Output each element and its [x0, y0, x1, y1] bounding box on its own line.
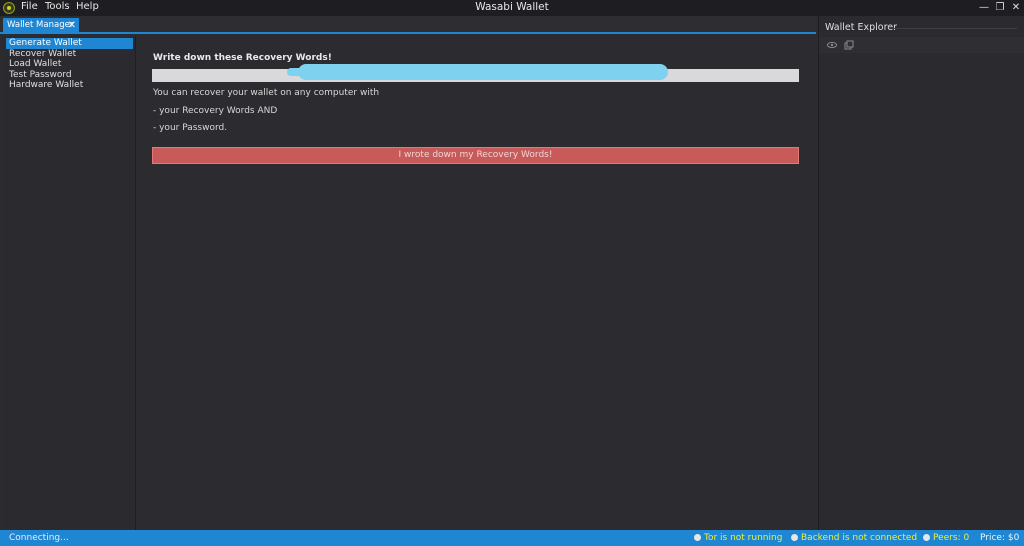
redaction-scribble-tail — [287, 68, 327, 76]
wallet-manager-sidebar: Generate Wallet Recover Wallet Load Wall… — [3, 36, 136, 530]
recovery-words-heading: Write down these Recovery Words! — [153, 53, 332, 63]
window-title: Wasabi Wallet — [475, 1, 549, 13]
tab-wallet-manager[interactable]: Wallet Manager ✕ — [3, 18, 79, 33]
tor-status-text: Tor is not running — [704, 533, 783, 543]
tab-label: Wallet Manager — [7, 20, 74, 30]
backend-status-text: Backend is not connected — [801, 533, 918, 543]
peers-status-text: Peers: 0 — [933, 533, 970, 543]
sidebar-item-generate-wallet[interactable]: Generate Wallet — [6, 38, 133, 49]
sidebar-item-hardware-wallet[interactable]: Hardware Wallet — [6, 80, 133, 91]
recovery-info-text: You can recover your wallet on any compu… — [153, 88, 380, 98]
recovery-words-field[interactable] — [152, 64, 799, 82]
status-bar: Connecting... Tor is not running Backend… — [0, 530, 1024, 546]
close-icon[interactable]: ✕ — [68, 18, 76, 33]
backend-icon — [791, 534, 798, 541]
wallet-explorer-panel: Wallet Explorer — [818, 16, 1024, 530]
collapse-all-icon[interactable] — [844, 40, 854, 50]
recovery-info-words: - your Recovery Words AND — [153, 106, 278, 116]
backend-status: Backend is not connected — [791, 530, 917, 546]
price-status: Price: $0 — [980, 533, 1020, 543]
close-window-button[interactable]: ✕ — [1009, 1, 1023, 15]
title-bar: File Tools Help Wasabi Wallet — ❐ ✕ — [0, 0, 1024, 16]
redaction-scribble — [298, 64, 668, 80]
document-tab-bar: Wallet Manager ✕ — [0, 16, 816, 34]
peers-status: Peers: 0 — [923, 530, 969, 546]
connection-status: Connecting... — [9, 533, 69, 543]
recovery-info-password: - your Password. — [153, 123, 228, 133]
minimize-button[interactable]: — — [977, 1, 991, 15]
tor-icon — [694, 534, 701, 541]
panel-title-divider — [893, 28, 1017, 29]
tor-status: Tor is not running — [694, 530, 782, 546]
wallet-explorer-title: Wallet Explorer — [825, 22, 898, 33]
generate-wallet-panel: Write down these Recovery Words! You can… — [137, 36, 816, 530]
restore-button[interactable]: ❐ — [993, 1, 1007, 15]
confirm-recovery-words-button[interactable]: I wrote down my Recovery Words! — [152, 147, 799, 164]
peers-icon — [923, 534, 930, 541]
sidebar-item-load-wallet[interactable]: Load Wallet — [6, 59, 133, 70]
eye-icon[interactable] — [827, 40, 837, 50]
wallet-explorer-toolbar — [819, 37, 1024, 53]
